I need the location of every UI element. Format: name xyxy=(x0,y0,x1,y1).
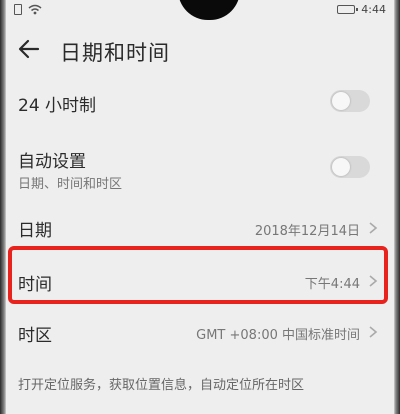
status-time: 4:44 xyxy=(361,2,386,16)
setting-timezone-value: GMT +08:00 中国标准时间 xyxy=(196,328,360,343)
status-icons-left xyxy=(14,2,42,16)
camera-notch xyxy=(178,0,240,20)
setting-timezone-label: 时区 xyxy=(18,326,52,346)
auto-set-toggle[interactable] xyxy=(330,156,370,178)
phone-bezel-right xyxy=(394,0,400,414)
status-icons-right: 4:44 xyxy=(337,2,386,16)
setting-24-hour[interactable]: 24 小时制 xyxy=(0,82,400,122)
page-title: 日期和时间 xyxy=(60,41,170,65)
chevron-right-icon xyxy=(368,324,378,338)
phone-bezel-left xyxy=(0,0,6,414)
chevron-right-icon xyxy=(368,220,378,234)
screen: 4:44 日期和时间 24 小时制 自动设置 日期、时间和时区 日期 2018年… xyxy=(0,0,400,414)
battery-icon xyxy=(337,4,359,14)
status-bar: 4:44 xyxy=(0,0,400,20)
toggle-knob xyxy=(332,158,350,176)
24-hour-toggle[interactable] xyxy=(330,90,370,112)
setting-24-hour-label: 24 小时制 xyxy=(18,96,97,116)
back-arrow-icon[interactable] xyxy=(16,36,42,62)
setting-date-label: 日期 xyxy=(18,221,52,241)
wifi-icon xyxy=(28,4,42,15)
highlight-box xyxy=(8,246,388,304)
setting-date-value: 2018年12月14日 xyxy=(254,224,360,239)
setting-auto-sublabel: 日期、时间和时区 xyxy=(18,177,123,192)
setting-date[interactable]: 日期 2018年12月14日 xyxy=(0,206,400,246)
setting-timezone[interactable]: 时区 GMT +08:00 中国标准时间 xyxy=(0,314,400,354)
toggle-knob xyxy=(332,92,350,110)
header: 日期和时间 xyxy=(0,30,400,70)
setting-auto-label: 自动设置 xyxy=(18,152,86,172)
setting-auto[interactable]: 自动设置 日期、时间和时区 xyxy=(0,140,400,196)
location-hint-text: 打开定位服务，获取位置信息，自动定位所在时区 xyxy=(18,378,305,393)
sim-card-icon xyxy=(14,3,22,15)
